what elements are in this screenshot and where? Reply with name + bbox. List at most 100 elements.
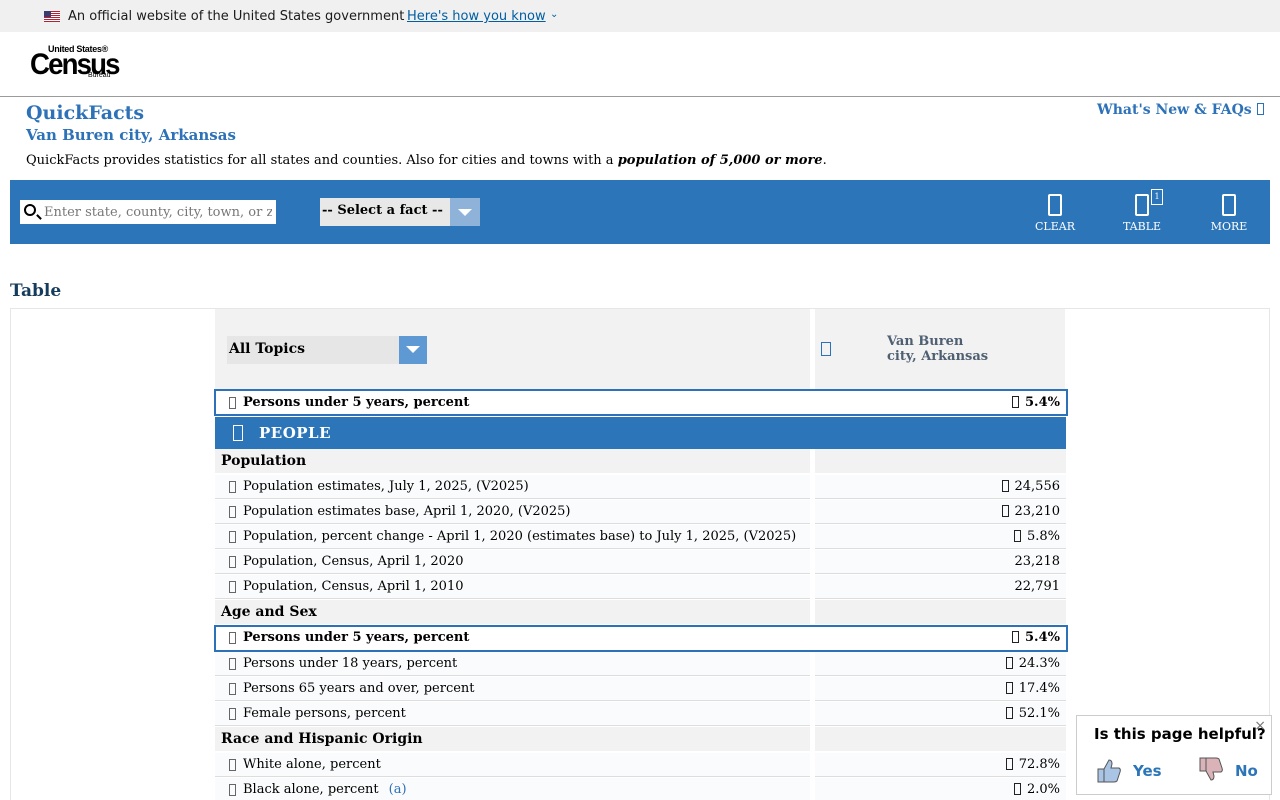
table-button[interactable]: 1 TABLE <box>1112 189 1172 234</box>
row-label: Population, percent change - April 1, 20… <box>243 529 797 544</box>
row-label-wrap: Black alone, percent (a) <box>243 782 407 797</box>
info-icon[interactable] <box>1005 758 1013 770</box>
row-value-cell: 24.3% <box>815 652 1066 676</box>
row-value-cell: 24,556 <box>815 475 1066 499</box>
table-row[interactable]: White alone, percent 72.8% <box>215 753 1066 778</box>
thumbs-up-icon <box>1097 759 1121 783</box>
chevron-down-icon[interactable]: ⌄ <box>550 9 558 20</box>
info-icon[interactable] <box>229 784 236 796</box>
footnote-link[interactable]: (a) <box>389 782 407 797</box>
location-info-icon[interactable] <box>821 342 831 356</box>
info-icon[interactable] <box>1012 396 1020 408</box>
feedback-no-label: No <box>1235 762 1258 780</box>
desc-suffix: . <box>822 153 827 168</box>
clear-button[interactable]: CLEAR <box>1025 194 1085 234</box>
info-icon[interactable] <box>229 759 236 771</box>
table-row[interactable]: Black alone, percent (a) 2.0% <box>215 778 1066 800</box>
row-label: Population, Census, April 1, 2010 <box>243 579 464 594</box>
table-row[interactable]: Population, Census, April 1, 2010 22,791 <box>215 575 1066 600</box>
table-heading: Table <box>10 281 62 301</box>
row-value-cell: 72.8% <box>815 753 1066 777</box>
info-icon[interactable] <box>1005 682 1013 694</box>
info-icon[interactable] <box>1001 480 1009 492</box>
location-header-line1: Van Buren <box>887 334 964 349</box>
info-icon[interactable] <box>229 397 236 409</box>
feedback-no-button[interactable]: No <box>1197 756 1267 786</box>
pinned-fact-row[interactable]: Persons under 5 years, percent 5.4% <box>215 391 1066 416</box>
row-label-cell: Persons 65 years and over, percent <box>215 677 810 701</box>
whats-new-faqs-link[interactable]: What's New & FAQs <box>1097 102 1264 118</box>
info-icon[interactable] <box>229 708 236 720</box>
row-value: 23,218 <box>1014 554 1061 569</box>
people-icon <box>233 425 243 441</box>
topics-select[interactable]: All Topics <box>227 336 427 364</box>
search-input[interactable] <box>44 202 272 222</box>
category-race-hispanic-origin: Race and Hispanic Origin <box>215 727 1066 751</box>
row-label: Population estimates, July 1, 2025, (V20… <box>243 479 529 494</box>
logo-line3: Bureau <box>88 72 111 79</box>
row-label-cell: Black alone, percent (a) <box>215 778 810 800</box>
feedback-yes-button[interactable]: Yes <box>1095 756 1175 786</box>
desc-emphasis: population of 5,000 or more <box>617 153 823 168</box>
table-row-selected[interactable]: Persons under 5 years, percent 5.4% <box>215 626 1066 651</box>
whats-new-label: What's New & FAQs <box>1097 102 1257 118</box>
more-icon <box>1222 194 1236 216</box>
category-label: Age and Sex <box>221 604 317 620</box>
info-icon[interactable] <box>1013 783 1021 795</box>
feedback-yes-label: Yes <box>1133 762 1162 780</box>
info-icon[interactable] <box>1001 505 1009 517</box>
row-label: Female persons, percent <box>243 706 406 721</box>
table-label: TABLE <box>1122 220 1162 233</box>
info-icon[interactable] <box>229 581 236 593</box>
row-value: 5.4% <box>1025 395 1060 410</box>
location-column-header: Van Buren city, Arkansas <box>887 334 988 364</box>
info-icon[interactable] <box>229 683 236 695</box>
table-icon <box>1135 194 1149 216</box>
section-title: PEOPLE <box>259 424 332 442</box>
fact-select[interactable]: -- Select a fact -- <box>320 198 480 226</box>
page-title: QuickFacts <box>26 102 145 124</box>
more-label: MORE <box>1210 220 1248 233</box>
info-icon[interactable] <box>1012 631 1020 643</box>
row-value-cell: 52.1% <box>815 702 1066 726</box>
category-label-cell: Race and Hispanic Origin <box>215 727 810 751</box>
table-row[interactable]: Persons under 18 years, percent 24.3% <box>215 652 1066 677</box>
table-row[interactable]: Population, Census, April 1, 2020 23,218 <box>215 550 1066 575</box>
row-label-cell: White alone, percent <box>215 753 810 777</box>
row-label: Persons 65 years and over, percent <box>243 681 475 696</box>
info-icon[interactable] <box>229 481 236 493</box>
row-value: 24.3% <box>1018 656 1060 671</box>
info-icon[interactable] <box>229 632 236 644</box>
category-value-cell <box>815 727 1066 751</box>
table-row[interactable]: Population, percent change - April 1, 20… <box>215 525 1066 550</box>
info-icon[interactable] <box>1013 530 1021 542</box>
category-label: Population <box>221 453 307 469</box>
info-icon[interactable] <box>229 531 236 543</box>
row-value: 52.1% <box>1018 706 1060 721</box>
row-value: 72.8% <box>1018 757 1060 772</box>
gov-banner-text: An official website of the United States… <box>68 9 405 24</box>
row-value-cell: 23,218 <box>815 550 1066 574</box>
row-value-cell: 22,791 <box>815 575 1066 599</box>
row-label-cell: Population, percent change - April 1, 20… <box>215 525 810 549</box>
info-icon[interactable] <box>229 506 236 518</box>
more-button[interactable]: MORE <box>1199 194 1259 234</box>
row-label: Persons under 5 years, percent <box>243 395 470 410</box>
heres-how-you-know-link[interactable]: Here's how you know <box>407 9 546 24</box>
info-icon[interactable] <box>229 658 236 670</box>
category-label-cell: Age and Sex <box>215 600 810 624</box>
close-icon[interactable]: × <box>1254 718 1266 734</box>
category-age-sex: Age and Sex <box>215 600 1066 624</box>
table-row[interactable]: Female persons, percent 52.1% <box>215 702 1066 727</box>
row-value: 5.8% <box>1026 529 1060 544</box>
info-icon[interactable] <box>1005 657 1013 669</box>
table-row[interactable]: Population estimates base, April 1, 2020… <box>215 500 1066 525</box>
census-logo[interactable]: United States® Census Bureau <box>30 44 121 82</box>
info-icon[interactable] <box>229 556 236 568</box>
table-row[interactable]: Population estimates, July 1, 2025, (V20… <box>215 475 1066 500</box>
page-description: QuickFacts provides statistics for all s… <box>26 153 827 168</box>
row-value-cell: 23,210 <box>815 500 1066 524</box>
table-row[interactable]: Persons 65 years and over, percent 17.4% <box>215 677 1066 702</box>
category-value-cell <box>815 449 1066 473</box>
info-icon[interactable] <box>1005 707 1013 719</box>
